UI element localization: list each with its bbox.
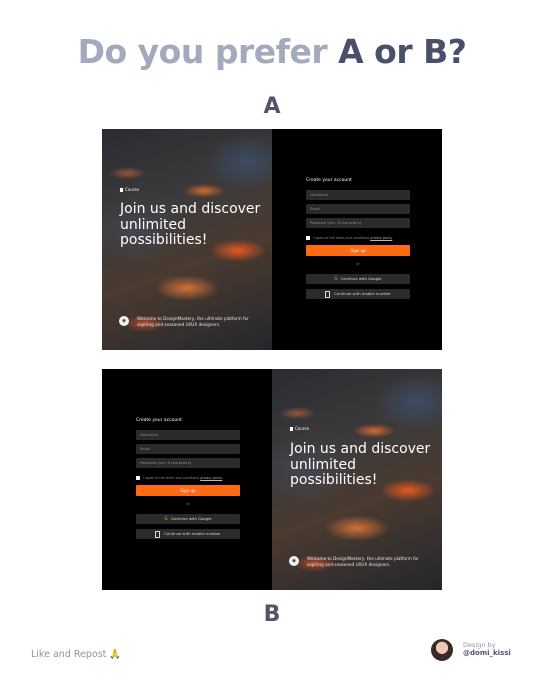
headline-lead: Do you prefer [77, 32, 328, 71]
signup-mockup-a: Course Join us and discover unlimited po… [102, 129, 442, 350]
privacy-link[interactable]: privacy policy [370, 236, 392, 240]
headline: Do you prefer A or B? [0, 32, 544, 71]
terms-text: I agree to the terms and conditions priv… [313, 236, 393, 240]
hero-panel: Course Join us and discover unlimited po… [272, 369, 442, 590]
google-button[interactable]: G Continue with Google [136, 514, 240, 524]
mobile-button[interactable]: Continue with mobile number [136, 529, 240, 539]
phone-icon [155, 530, 161, 538]
password-placeholder: Password (min. 8 characters) [310, 220, 361, 225]
username-field[interactable]: Username [306, 190, 410, 200]
variant-b-label: B [263, 602, 281, 627]
signup-button[interactable]: Sign up [136, 485, 240, 496]
username-placeholder: Username [140, 432, 158, 437]
password-field[interactable]: Password (min. 8 characters) [136, 458, 240, 468]
brand-icon [290, 427, 293, 431]
mobile-label: Continue with mobile number [334, 291, 391, 296]
email-placeholder: Email [140, 446, 150, 451]
password-field[interactable]: Password (min. 8 characters) [306, 218, 410, 228]
designer-avatar [431, 639, 453, 661]
brand-icon [120, 188, 123, 192]
google-icon: G [164, 516, 168, 521]
signup-mockup-b: Create your account Username Email Passw… [102, 369, 442, 590]
welcome-text: Welcome to DesignMastery, the ultimate p… [137, 316, 249, 327]
email-placeholder: Email [310, 206, 320, 211]
signup-form: Create your account Username Email Passw… [272, 129, 442, 350]
brand-name: Course [125, 187, 139, 192]
brand: Course [120, 187, 139, 192]
hero-title: Join us and discover unlimited possibili… [290, 441, 431, 488]
brand: Course [290, 426, 309, 431]
design-by-label: Design by [463, 641, 496, 649]
password-placeholder: Password (min. 8 characters) [140, 460, 191, 465]
welcome-text: Welcome to DesignMastery, the ultimate p… [307, 556, 419, 567]
designer-handle[interactable]: @domi_kissi [463, 649, 511, 657]
terms-checkbox[interactable] [306, 236, 310, 240]
brand-name: Course [295, 426, 309, 431]
signup-form: Create your account Username Email Passw… [102, 369, 272, 590]
form-title: Create your account [136, 418, 182, 423]
google-icon: G [334, 276, 338, 281]
or-separator: or [186, 502, 190, 506]
terms-checkbox[interactable] [136, 476, 140, 480]
headline-choice: A or B? [338, 32, 467, 71]
email-field[interactable]: Email [136, 444, 240, 454]
hero-title: Join us and discover unlimited possibili… [120, 201, 261, 248]
variant-a-label: A [263, 94, 281, 119]
mobile-button[interactable]: Continue with mobile number [306, 289, 410, 299]
google-label: Continue with Google [340, 276, 382, 281]
hero-panel: Course Join us and discover unlimited po… [102, 129, 272, 350]
design-credit: Design by @domi_kissi [463, 641, 511, 657]
mobile-label: Continue with mobile number [164, 531, 221, 536]
terms-text: I agree to the terms and conditions priv… [143, 476, 223, 480]
logo-icon: ◉ [119, 316, 129, 326]
like-repost-text: Like and Repost 🙏 [31, 649, 122, 660]
google-label: Continue with Google [170, 516, 212, 521]
form-title: Create your account [306, 178, 352, 183]
google-button[interactable]: G Continue with Google [306, 274, 410, 284]
or-separator: or [356, 262, 360, 266]
phone-icon [325, 290, 331, 298]
email-field[interactable]: Email [306, 204, 410, 214]
signup-button[interactable]: Sign up [306, 245, 410, 256]
privacy-link[interactable]: privacy policy [200, 476, 222, 480]
username-placeholder: Username [310, 192, 328, 197]
username-field[interactable]: Username [136, 430, 240, 440]
logo-icon: ◉ [289, 556, 299, 566]
